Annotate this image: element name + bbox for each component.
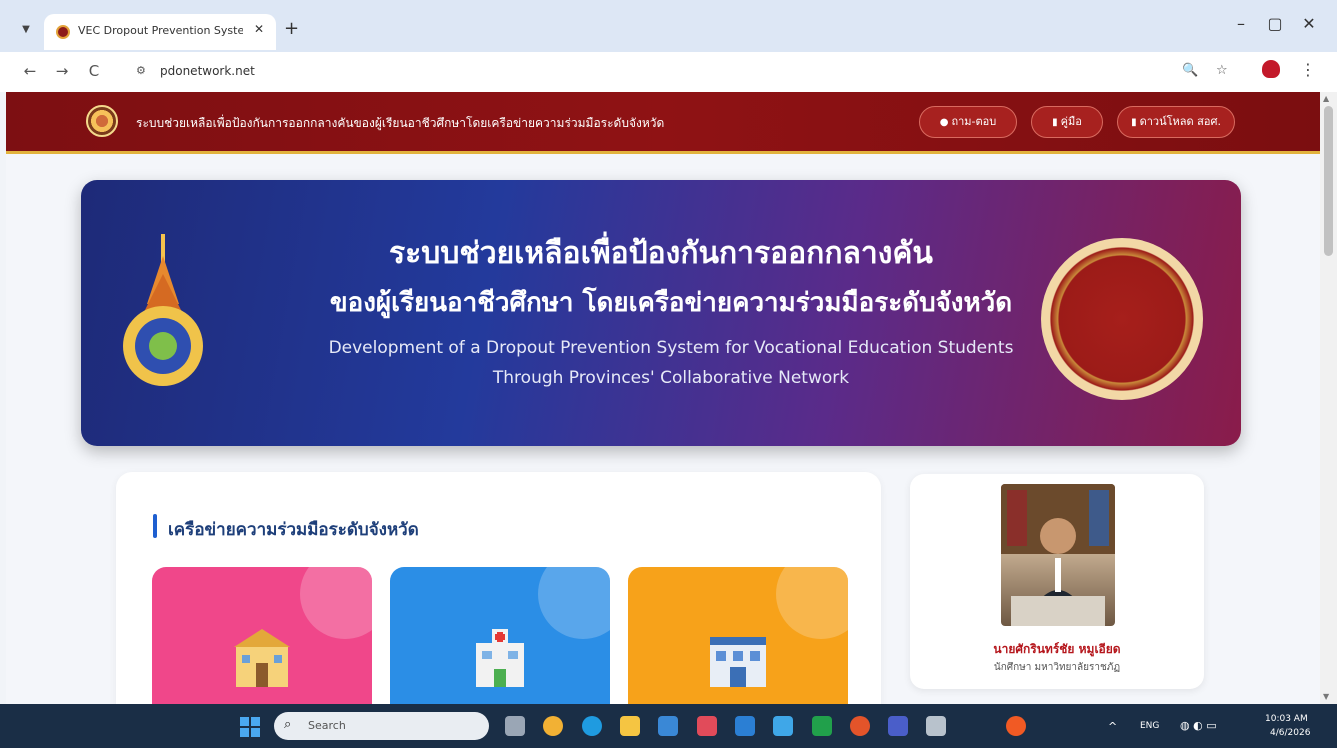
- hero-title-line2: ของผู้เรียนอาชีวศึกษา โดยเครือข่ายความร่…: [329, 288, 1013, 318]
- widgets-icon[interactable]: [543, 716, 563, 736]
- site-info-icon[interactable]: ⚙: [136, 64, 146, 77]
- tile-decor-bubble: [776, 567, 848, 639]
- school-building-icon: [234, 629, 290, 687]
- network-tile-school[interactable]: [152, 567, 372, 704]
- reload-button[interactable]: C: [82, 62, 106, 80]
- clock-time[interactable]: 10:03 AM: [1265, 714, 1308, 724]
- scroll-up-icon[interactable]: ▲: [1323, 94, 1329, 103]
- taskbar-search-placeholder: Search: [308, 719, 346, 732]
- language-indicator[interactable]: ENG: [1140, 721, 1159, 731]
- tab-title: VEC Dropout Prevention Syste: [78, 24, 243, 37]
- bookmark-star-icon[interactable]: ☆: [1216, 63, 1228, 78]
- browser-tab-strip: ▼ VEC Dropout Prevention Syste ✕ + – ▢ ✕: [0, 0, 1337, 52]
- search-icon: ⌕: [284, 717, 292, 732]
- remote-desktop-icon[interactable]: [735, 716, 755, 736]
- network-tile-hospital[interactable]: [390, 567, 610, 704]
- task-view-icon[interactable]: [505, 716, 525, 736]
- faq-button[interactable]: ● ถาม-ตอบ: [919, 106, 1017, 138]
- site-favicon-icon: [56, 25, 70, 39]
- document-icon: ▮: [1052, 117, 1058, 128]
- extension-icon[interactable]: [1262, 60, 1280, 78]
- zoom-icon[interactable]: 🔍: [1182, 63, 1198, 78]
- network-volume-battery-icon[interactable]: ◍ ◐ ▭: [1180, 719, 1217, 732]
- profile-role: นักศึกษา มหาวิทยาลัยราชภัฏ: [993, 662, 1121, 673]
- forward-button[interactable]: →: [50, 62, 74, 80]
- scroll-down-icon[interactable]: ▼: [1323, 692, 1329, 701]
- manual-button[interactable]: ▮ คู่มือ: [1031, 106, 1103, 138]
- network-section: เครือข่ายความร่วมมือระดับจังหวัด: [116, 472, 881, 704]
- site-logo[interactable]: [86, 105, 118, 137]
- app-grid-icon[interactable]: [697, 716, 717, 736]
- browser-tab[interactable]: VEC Dropout Prevention Syste ✕: [44, 14, 276, 50]
- camera-icon[interactable]: [926, 716, 946, 736]
- chat-icon: ●: [939, 117, 949, 128]
- hero-banner: ระบบช่วยเหลือเพื่อป้องกันการออกกลางคัน ข…: [81, 180, 1241, 446]
- person-portrait-icon: [1001, 484, 1115, 626]
- taskbar-search[interactable]: ⌕ Search: [274, 712, 489, 740]
- hospital-icon: [476, 629, 524, 687]
- excel-icon[interactable]: [812, 716, 832, 736]
- tile-decor-bubble: [538, 567, 610, 639]
- tray-overflow-icon[interactable]: ^: [1108, 720, 1117, 733]
- manual-label: คู่มือ: [1060, 115, 1082, 128]
- page-scrollbar[interactable]: ▲ ▼: [1320, 92, 1337, 704]
- store-icon[interactable]: [658, 716, 678, 736]
- section-accent-bar: [153, 514, 157, 538]
- hero-english-line2: Through Provinces' Collaborative Network: [492, 368, 850, 388]
- download-button[interactable]: ▮ ดาวน์โหลด สอศ.: [1117, 106, 1235, 138]
- profile-card: นายศักรินทร์ชัย หมูเอียด นักศึกษา มหาวิท…: [910, 474, 1204, 689]
- network-section-title: เครือข่ายความร่วมมือระดับจังหวัด: [168, 520, 419, 540]
- start-button[interactable]: [240, 717, 260, 737]
- profile-photo: [1001, 484, 1115, 626]
- url-text[interactable]: pdonetwork.net: [160, 64, 255, 78]
- office-building-icon: [710, 637, 766, 687]
- new-tab-button[interactable]: +: [284, 18, 299, 39]
- vec-seal-icon: [1041, 238, 1203, 400]
- restore-button[interactable]: ▢: [1260, 14, 1290, 33]
- browser-menu-icon[interactable]: ⋮: [1300, 60, 1316, 79]
- tab-search-dropdown-icon[interactable]: ▼: [16, 20, 36, 40]
- network-tile-office[interactable]: [628, 567, 848, 704]
- tile-decor-bubble: [300, 567, 372, 639]
- windows-taskbar: ⌕ Search ^ ENG ◍ ◐ ▭ 10:03 AM 4/6/2026: [0, 704, 1337, 748]
- teams-icon[interactable]: [888, 716, 908, 736]
- scroll-thumb[interactable]: [1324, 106, 1333, 256]
- hero-english-line1: Development of a Dropout Prevention Syst…: [328, 338, 1014, 358]
- close-window-button[interactable]: ✕: [1294, 14, 1324, 33]
- chrome-icon[interactable]: [1006, 716, 1026, 736]
- site-header: ระบบช่วยเหลือเพื่อป้องกันการออกกลางคันขอ…: [6, 92, 1320, 154]
- document-icon: ▮: [1131, 117, 1137, 128]
- address-bar[interactable]: ⚙ pdonetwork.net 🔍 ☆: [124, 57, 1254, 87]
- file-explorer-icon[interactable]: [620, 716, 640, 736]
- profile-name: นายศักรินทร์ชัย หมูเอียด: [993, 642, 1121, 656]
- faq-label: ถาม-ตอบ: [951, 115, 997, 128]
- network-app-icon[interactable]: [773, 716, 793, 736]
- download-label: ดาวน์โหลด สอศ.: [1139, 115, 1221, 128]
- clock-date[interactable]: 4/6/2026: [1270, 728, 1310, 738]
- page-viewport: ระบบช่วยเหลือเพื่อป้องกันการออกกลางคันขอ…: [6, 92, 1320, 704]
- browser-toolbar: ← → C ⚙ pdonetwork.net 🔍 ☆: [0, 52, 1337, 92]
- tab-close-icon[interactable]: ✕: [254, 22, 264, 36]
- back-button[interactable]: ←: [18, 62, 42, 80]
- media-player-icon[interactable]: [850, 716, 870, 736]
- site-title[interactable]: ระบบช่วยเหลือเพื่อป้องกันการออกกลางคันขอ…: [136, 114, 664, 133]
- edge-browser-icon[interactable]: [582, 716, 602, 736]
- minimize-button[interactable]: –: [1226, 14, 1256, 33]
